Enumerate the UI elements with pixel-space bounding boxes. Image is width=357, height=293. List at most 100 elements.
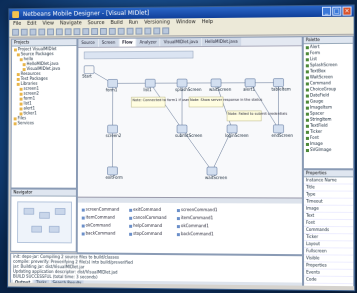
flow-canvas[interactable]: Start form1 list1 splashScreen waitScreen ale… — [78, 46, 302, 197]
menu-item-build[interactable]: Build — [110, 19, 122, 27]
flow-node[interactable]: list1 — [143, 79, 155, 92]
inspector-item[interactable]: backCommand — [82, 230, 116, 235]
editor-tab[interactable]: Flow — [119, 39, 135, 47]
command-icon — [177, 217, 180, 220]
inspector-item[interactable]: screenCommand1 — [177, 207, 217, 212]
component-icon — [306, 82, 309, 85]
component-icon — [306, 136, 309, 139]
toolbar-button[interactable] — [91, 28, 98, 35]
navigator-preview[interactable] — [17, 201, 72, 243]
palette-item[interactable]: SVGImage — [304, 147, 353, 153]
inspector-item-label: cancelCommand — [133, 215, 166, 220]
flow-node-label: exitForm — [106, 175, 123, 180]
menu-item-navigate[interactable]: Navigate — [60, 19, 82, 27]
inspector-item[interactable]: helpCommand — [129, 223, 162, 228]
inspector-item[interactable]: cancelCommand — [129, 215, 166, 220]
toolbar-button[interactable] — [21, 29, 28, 36]
component-icon — [306, 64, 309, 67]
menu-item-source[interactable]: Source — [88, 19, 105, 27]
menu-item-run[interactable]: Run — [129, 19, 138, 27]
component-icon — [306, 130, 309, 133]
menu-item-window[interactable]: Window — [176, 18, 196, 26]
component-icon — [306, 112, 309, 115]
menu-item-versioning[interactable]: Versioning — [144, 18, 170, 26]
inspector-item-label: okCommand — [86, 223, 111, 228]
flow-diagram: Start form1 list1 splashScreen waitScreen ale… — [78, 46, 302, 197]
properties-panel: Properties Instance Name Title Type Timeout… — [303, 169, 354, 288]
maximize-button[interactable]: □ — [332, 7, 341, 16]
flow-node[interactable]: splashScreen — [175, 79, 202, 92]
command-icon — [129, 232, 132, 235]
command-icon — [82, 232, 85, 235]
flow-node[interactable]: endScreen — [271, 125, 293, 138]
toolbar-button[interactable] — [82, 28, 89, 35]
toolbar-button[interactable] — [65, 28, 72, 35]
toolbar-button[interactable] — [47, 28, 54, 35]
menu-item-edit[interactable]: Edit — [27, 20, 36, 28]
inspector-item[interactable]: stopCommand — [129, 231, 162, 236]
command-icon — [82, 208, 85, 211]
flow-node[interactable]: alert1 — [243, 79, 255, 92]
toolbar-button[interactable] — [38, 29, 45, 36]
menu-item-file[interactable]: File — [13, 20, 21, 28]
projects-panel: Projects Project VisualMIDlet Source Pack… — [10, 38, 77, 189]
flow-header-band — [84, 51, 193, 59]
palette-item-label: ChoiceGroup — [310, 86, 336, 91]
property-row[interactable]: Code — [304, 277, 353, 285]
inspector-item[interactable]: okCommand1 — [177, 223, 209, 228]
flow-node[interactable]: form1 — [106, 79, 118, 92]
toolbar-button[interactable] — [153, 27, 160, 34]
toolbar-button[interactable] — [118, 28, 125, 35]
flow-node-label: loginScreen — [225, 133, 249, 138]
component-icon — [306, 46, 309, 49]
window-title: Netbeans Mobile Designer - [Visual MIDle… — [23, 10, 149, 18]
editor-tab[interactable]: Source — [78, 39, 97, 47]
palette-item-label: SVGImage — [310, 147, 331, 152]
flow-node[interactable]: loginScreen — [225, 125, 249, 138]
tree-item[interactable]: Services — [12, 120, 76, 125]
flow-node[interactable]: waitScreen — [209, 79, 232, 92]
minimize-button[interactable]: _ — [322, 7, 331, 16]
flow-node[interactable]: tableItem — [271, 79, 291, 92]
flow-node[interactable]: exitForm — [106, 167, 123, 180]
project-tree: Project VisualMIDlet Source Packages hello… — [12, 46, 77, 125]
editor-tab[interactable]: Screen — [99, 39, 118, 47]
menu-item-view[interactable]: View — [42, 20, 54, 28]
command-icon — [129, 216, 132, 219]
toolbar-button[interactable] — [127, 28, 134, 35]
toolbar-button[interactable] — [12, 29, 19, 36]
inspector-item[interactable]: screenCommand — [82, 207, 119, 212]
preview-block — [32, 226, 42, 232]
flow-node[interactable]: waitScreen — [205, 167, 228, 180]
palette-item-label: Font — [310, 135, 319, 140]
editor-tab[interactable]: HelloMIDlet.java — [202, 38, 241, 46]
inspector-item[interactable]: itemCommand1 — [177, 215, 213, 220]
toolbar-button[interactable] — [74, 28, 81, 35]
toolbar-button[interactable] — [109, 28, 116, 35]
inspector-item[interactable]: okCommand — [82, 223, 111, 228]
toolbar-button[interactable] — [30, 29, 37, 36]
menu-item-help[interactable]: Help — [202, 18, 213, 26]
flow-node[interactable]: submitScreen — [175, 125, 203, 138]
flow-node[interactable]: Start — [82, 66, 94, 79]
editor-tab[interactable]: VisualMIDlet.java — [161, 38, 201, 46]
flow-node-label: waitScreen — [205, 175, 228, 180]
window-controls: _ □ × — [322, 7, 352, 16]
toolbar-button[interactable] — [135, 28, 142, 35]
editor-tab[interactable]: Analyzer — [137, 38, 160, 46]
inspector-item[interactable]: itemCommand — [82, 215, 115, 220]
flow-node-box — [108, 167, 118, 175]
toolbar-button[interactable] — [56, 28, 63, 35]
flow-node[interactable]: screen2 — [106, 125, 122, 138]
inspector-item-label: screenCommand — [86, 207, 119, 212]
toolbar-button[interactable] — [162, 27, 169, 34]
flow-node-label: screen2 — [106, 133, 122, 138]
inspector-item[interactable]: backCommand1 — [177, 231, 214, 236]
flow-node-box — [108, 79, 118, 87]
inspector-item[interactable]: exitCommand — [129, 207, 161, 212]
toolbar-button[interactable] — [100, 28, 107, 35]
command-icon — [177, 233, 180, 236]
close-button[interactable]: × — [342, 7, 351, 16]
flow-node-label: waitScreen — [209, 87, 232, 92]
toolbar-button[interactable] — [144, 28, 151, 35]
